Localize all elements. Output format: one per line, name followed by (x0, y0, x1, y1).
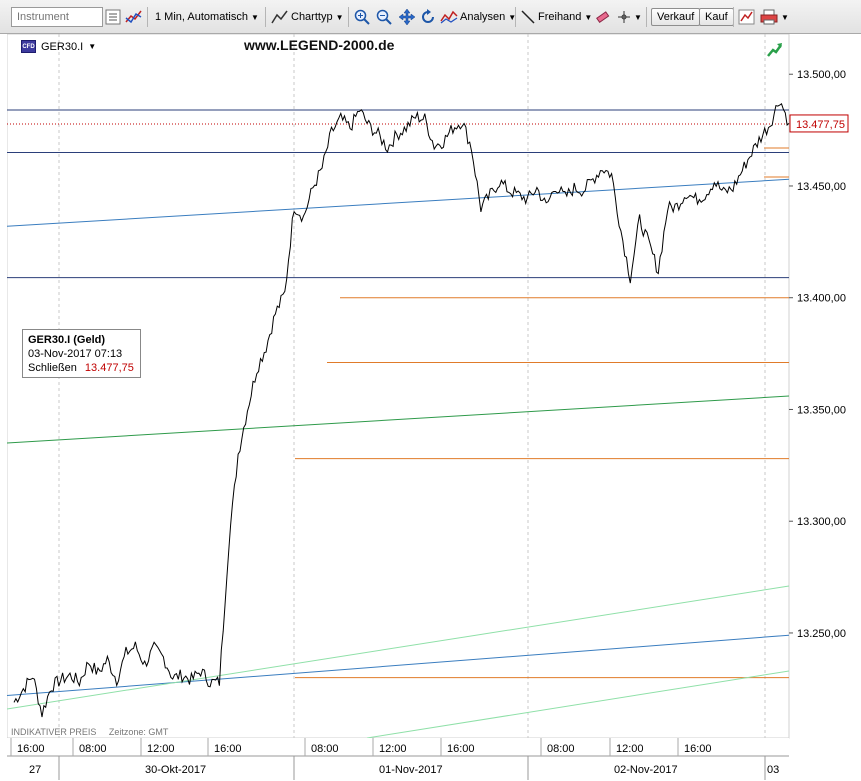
freehand-dropdown[interactable]: Freihand ▼ (520, 6, 592, 28)
cfd-icon: CFD (21, 40, 36, 53)
x-date-label: 01-Nov-2017 (379, 764, 443, 776)
chevron-down-icon: ▼ (88, 42, 97, 51)
reset-button[interactable] (419, 6, 437, 28)
x-time-label: 16:00 (17, 743, 45, 755)
print-icon (760, 9, 778, 25)
y-tick-label: 13.400,00 (797, 293, 846, 305)
x-time-label: 12:00 (379, 743, 407, 755)
x-time-label: 12:00 (147, 743, 175, 755)
x-time-label: 16:00 (447, 743, 475, 755)
x-date-label: 03 (767, 764, 779, 776)
x-time-label: 08:00 (311, 743, 339, 755)
info-title: GER30.I (Geld) (28, 334, 106, 346)
price-chart[interactable]: 13.500,00 13.450,00 13.400,00 13.350,00 13.3… (7, 34, 861, 781)
y-tick-label: 13.500,00 (797, 69, 846, 81)
freehand-label: Freihand (538, 11, 582, 23)
chevron-down-icon: ▼ (634, 12, 642, 22)
buy-button[interactable]: Kauf (699, 8, 734, 26)
x-time-label: 08:00 (547, 743, 575, 755)
instrument-search-input[interactable] (11, 7, 103, 27)
zoom-out-icon (376, 9, 392, 25)
x-time-label: 08:00 (79, 743, 107, 755)
x-axis: 16:00 08:00 12:00 16:00 08:00 12:00 16:00 08:00… (7, 738, 789, 781)
info-close-value: 13.477,75 (84, 362, 134, 374)
analyses-label: Analysen (460, 11, 506, 23)
symbol-label: GER30.I (41, 40, 84, 53)
list-icon (105, 9, 121, 25)
refresh-icon (422, 9, 434, 23)
crosshair-icon (618, 11, 630, 23)
y-tick-label: 13.300,00 (797, 516, 846, 528)
eraser-icon (596, 11, 610, 24)
watermark-text: www.LEGEND-2000.de (244, 37, 395, 53)
zoom-out-button[interactable] (376, 6, 392, 28)
indicative-price-label: INDIKATIVER PREIS (11, 727, 97, 737)
charttype-label: Charttyp (291, 11, 333, 23)
move-arrows-icon (398, 8, 416, 26)
chevron-down-icon: ▼ (781, 12, 789, 22)
draw-line-icon (521, 10, 535, 24)
zoom-in-icon (354, 9, 370, 25)
y-tick-label: 13.250,00 (797, 628, 846, 640)
x-date-label: 27 (29, 764, 41, 776)
indicative-note: INDIKATIVER PREIS Zeitzone: GMT (11, 727, 178, 737)
x-time-label: 16:00 (214, 743, 242, 755)
x-time-label: 12:00 (616, 743, 644, 755)
pan-button[interactable] (398, 6, 416, 28)
x-date-label: 30-Okt-2017 (145, 764, 206, 776)
trend-up-icon (767, 43, 783, 57)
charttype-dropdown[interactable]: Charttyp ▼ (271, 6, 344, 28)
x-date-label: 02-Nov-2017 (614, 764, 678, 776)
compare-button[interactable] (124, 6, 144, 28)
chevron-down-icon: ▼ (584, 12, 593, 22)
y-tick-label: 13.350,00 (797, 404, 846, 416)
sell-button[interactable]: Verkauf (651, 8, 701, 26)
compare-chart-icon (125, 10, 142, 24)
line-chart-icon (271, 10, 288, 24)
data-info-box: GER30.I (Geld) 03-Nov-2017 07:13 Schließ… (22, 329, 141, 378)
interval-label: 1 Min, Automatisch (155, 11, 248, 23)
last-price-tag-text: 13.477,75 (796, 119, 845, 131)
symbol-selector[interactable]: CFD GER30.I ▼ (21, 40, 96, 53)
indicator-button[interactable] (738, 6, 756, 28)
crosshair-dropdown[interactable]: ▼ (617, 6, 642, 28)
info-close-label: Schließen (28, 362, 77, 374)
interval-dropdown[interactable]: 1 Min, Automatisch ▼ (155, 6, 259, 28)
chart-canvas[interactable]: 13.500,00 13.450,00 13.400,00 13.350,00 13.3… (7, 34, 861, 781)
chevron-down-icon: ▼ (250, 12, 259, 22)
chevron-down-icon: ▼ (335, 12, 344, 22)
zoom-in-button[interactable] (354, 6, 370, 28)
analysis-icon (440, 10, 458, 24)
chart-toolbar: 1 Min, Automatisch ▼ Charttyp ▼ Analysen… (0, 0, 861, 34)
analyses-dropdown[interactable]: Analysen ▼ (440, 6, 516, 28)
chart-indicator-icon (738, 9, 755, 25)
eraser-button[interactable] (594, 6, 610, 28)
timezone-label: Zeitzone: GMT (108, 727, 169, 737)
print-dropdown[interactable]: ▼ (760, 6, 789, 28)
info-timestamp: 03-Nov-2017 07:13 (28, 348, 123, 360)
instrument-list-button[interactable] (104, 6, 122, 28)
y-tick-label: 13.450,00 (797, 181, 846, 193)
x-time-label: 16:00 (684, 743, 712, 755)
